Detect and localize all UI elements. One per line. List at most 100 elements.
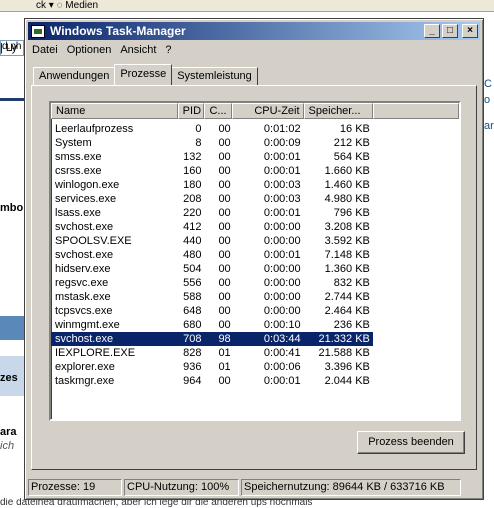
- background-text: o: [484, 94, 491, 106]
- process-row[interactable]: csrss.exe 160 00 0:00:01 1.660 KB: [51, 164, 459, 178]
- resize-grip[interactable]: [463, 479, 480, 496]
- process-name: mstask.exe: [55, 291, 111, 303]
- row-filler: [373, 136, 459, 150]
- process-row[interactable]: svchost.exe 708 98 0:03:44 21.332 KB: [51, 332, 459, 346]
- background-divider: [0, 98, 24, 101]
- process-name: explorer.exe: [55, 361, 115, 373]
- process-cpu: 00: [218, 263, 231, 275]
- process-name: csrss.exe: [55, 165, 102, 177]
- process-row[interactable]: System 8 00 0:00:09 212 KB: [51, 136, 459, 150]
- process-row[interactable]: svchost.exe 412 00 0:00:00 3.208 KB: [51, 220, 459, 234]
- tab-prozesse[interactable]: Prozesse: [114, 64, 173, 85]
- process-name: winlogon.exe: [55, 179, 120, 191]
- status-process-count: Prozesse: 19: [28, 479, 122, 496]
- background-text: C: [484, 78, 492, 90]
- process-cpu: 00: [218, 207, 231, 219]
- task-manager-window: Windows Task-Manager _ □ × Datei Optione…: [24, 18, 484, 500]
- close-button[interactable]: ×: [462, 24, 478, 38]
- process-row[interactable]: tcpsvcs.exe 648 00 0:00:00 2.464 KB: [51, 304, 459, 318]
- menu-datei[interactable]: Datei: [28, 44, 63, 56]
- process-cpu: 00: [218, 235, 231, 247]
- minimize-button[interactable]: _: [424, 24, 440, 38]
- row-filler: [373, 234, 459, 248]
- process-cpu-time: 0:00:00: [263, 221, 301, 233]
- process-cpu-time: 0:00:00: [263, 277, 301, 289]
- process-cpu: 00: [218, 137, 231, 149]
- menu-help[interactable]: ?: [161, 44, 176, 56]
- process-row[interactable]: services.exe 208 00 0:00:03 4.980 KB: [51, 192, 459, 206]
- process-pid: 8: [195, 137, 202, 149]
- row-filler: [373, 150, 459, 164]
- process-row[interactable]: explorer.exe 936 01 0:00:06 3.396 KB: [51, 360, 459, 374]
- column-header-name[interactable]: Name: [51, 103, 178, 119]
- process-cpu-time: 0:00:09: [263, 137, 301, 149]
- process-row[interactable]: regsvc.exe 556 00 0:00:00 832 KB: [51, 276, 459, 290]
- column-header-cpu[interactable]: C...: [204, 103, 233, 119]
- process-memory: 7.148 KB: [324, 249, 370, 261]
- background-left-content: | Ly mbo zes ara ich: [0, 42, 24, 508]
- process-list-header: Name PID C... CPU-Zeit Speicher...: [51, 103, 459, 119]
- column-header-cpu-time[interactable]: CPU-Zeit: [232, 103, 304, 119]
- row-filler: [373, 262, 459, 276]
- process-name: services.exe: [55, 193, 117, 205]
- tab-systemleistung[interactable]: Systemleistung: [171, 67, 258, 85]
- process-cpu: 00: [218, 193, 231, 205]
- tab-anwendungen[interactable]: Anwendungen: [33, 67, 116, 85]
- background-text: zes: [0, 372, 18, 384]
- process-memory: 1.460 KB: [324, 179, 370, 191]
- maximize-button[interactable]: □: [442, 24, 458, 38]
- process-memory: 21.332 KB: [318, 333, 370, 345]
- row-filler: [373, 318, 459, 332]
- title-bar[interactable]: Windows Task-Manager _ □ ×: [28, 22, 480, 40]
- column-header-memory[interactable]: Speicher...: [303, 103, 373, 119]
- process-pid: 160: [183, 165, 202, 177]
- process-cpu: 00: [218, 291, 231, 303]
- menu-optionen[interactable]: Optionen: [63, 44, 117, 56]
- process-cpu: 01: [218, 361, 231, 373]
- process-pid: 588: [183, 291, 202, 303]
- process-cpu: 01: [218, 347, 231, 359]
- process-memory: 2.044 KB: [324, 375, 370, 387]
- process-row[interactable]: svchost.exe 480 00 0:00:01 7.148 KB: [51, 248, 459, 262]
- process-row[interactable]: winmgmt.exe 680 00 0:00:10 236 KB: [51, 318, 459, 332]
- process-pid: 220: [183, 207, 202, 219]
- process-name: winmgmt.exe: [55, 319, 120, 331]
- process-memory: 2.744 KB: [324, 291, 370, 303]
- row-filler: [373, 290, 459, 304]
- process-name: smss.exe: [55, 151, 102, 163]
- process-row[interactable]: mstask.exe 588 00 0:00:00 2.744 KB: [51, 290, 459, 304]
- process-row[interactable]: taskmgr.exe 964 00 0:00:01 2.044 KB: [51, 374, 459, 388]
- process-pid: 480: [183, 249, 202, 261]
- process-list[interactable]: Name PID C... CPU-Zeit Speicher... Leerl…: [49, 101, 461, 421]
- process-name: Leerlaufprozess: [55, 123, 134, 135]
- process-row[interactable]: Leerlaufprozess 0 00 0:01:02 16 KB: [51, 122, 459, 136]
- end-process-button[interactable]: Prozess beenden: [357, 431, 465, 454]
- process-memory: 2.464 KB: [324, 305, 370, 317]
- process-name: lsass.exe: [55, 207, 101, 219]
- process-pid: 964: [183, 375, 202, 387]
- row-filler: [373, 374, 459, 388]
- process-cpu: 00: [218, 165, 231, 177]
- process-row[interactable]: smss.exe 132 00 0:00:01 564 KB: [51, 150, 459, 164]
- column-header-pid[interactable]: PID: [177, 103, 205, 119]
- process-cpu-time: 0:00:01: [263, 375, 301, 387]
- menu-bar: Datei Optionen Ansicht ?: [28, 41, 480, 59]
- process-name: tcpsvcs.exe: [55, 305, 113, 317]
- process-cpu-time: 0:00:06: [263, 361, 301, 373]
- menu-ansicht[interactable]: Ansicht: [116, 44, 161, 56]
- process-row[interactable]: SPOOLSV.EXE 440 00 0:00:00 3.592 KB: [51, 234, 459, 248]
- process-pid: 504: [183, 263, 202, 275]
- process-cpu-time: 0:03:44: [263, 333, 301, 345]
- process-row[interactable]: IEXPLORE.EXE 828 01 0:00:41 21.588 KB: [51, 346, 459, 360]
- background-text: mbo: [0, 202, 24, 214]
- process-row[interactable]: winlogon.exe 180 00 0:00:03 1.460 KB: [51, 178, 459, 192]
- background-band: [0, 316, 24, 340]
- process-name: taskmgr.exe: [55, 375, 115, 387]
- process-name: svchost.exe: [55, 249, 114, 261]
- process-row[interactable]: hidserv.exe 504 00 0:00:00 1.360 KB: [51, 262, 459, 276]
- process-memory: 832 KB: [333, 277, 370, 289]
- process-cpu-time: 0:00:41: [263, 347, 301, 359]
- process-memory: 212 KB: [333, 137, 370, 149]
- row-filler: [373, 248, 459, 262]
- process-row[interactable]: lsass.exe 220 00 0:00:01 796 KB: [51, 206, 459, 220]
